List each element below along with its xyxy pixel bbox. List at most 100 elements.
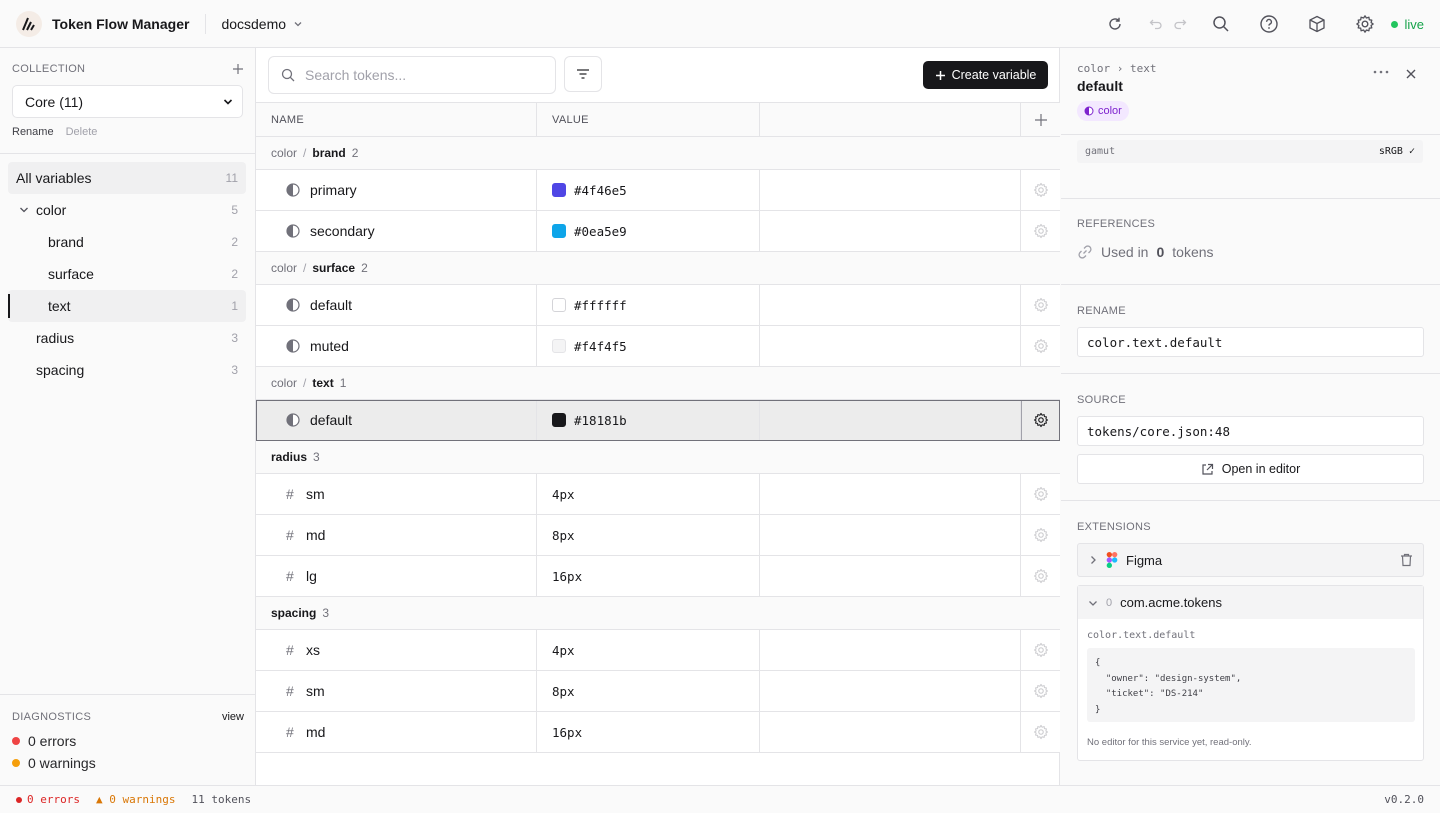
open-in-editor-button[interactable]: Open in editor [1077, 454, 1424, 484]
token-value: 16px [552, 568, 583, 584]
table-row[interactable]: # md 16px [256, 712, 1060, 753]
tree-item-text[interactable]: text 1 [8, 290, 246, 322]
table-row-selected[interactable]: default #18181b [256, 400, 1060, 441]
collection-select[interactable]: Core (11) [12, 85, 243, 118]
value-cell[interactable]: 8px [537, 671, 760, 711]
close-icon [1406, 69, 1416, 79]
table-row[interactable]: # md 8px [256, 515, 1060, 556]
add-collection-icon[interactable] [232, 63, 244, 75]
create-variable-button[interactable]: Create variable [923, 61, 1048, 89]
tree-item-spacing[interactable]: spacing 3 [8, 354, 246, 386]
tree-item-count: 3 [231, 331, 238, 345]
table-row[interactable]: # sm 4px [256, 474, 1060, 515]
row-settings-button[interactable] [1021, 712, 1060, 752]
value-cell[interactable]: #0ea5e9 [537, 211, 760, 251]
rename-input[interactable]: color.text.default [1077, 327, 1424, 357]
column-header-empty [760, 103, 1021, 136]
filter-button[interactable] [564, 56, 602, 92]
group-row-spacing[interactable]: spacing 3 [256, 597, 1060, 630]
table-row[interactable]: muted #f4f4f5 [256, 326, 1060, 367]
color-swatch [552, 413, 566, 427]
value-cell[interactable]: 16px [537, 712, 760, 752]
source-field[interactable]: tokens/core.json:48 [1077, 416, 1424, 446]
gear-icon [1356, 15, 1375, 33]
row-settings-button[interactable] [1021, 285, 1060, 325]
group-row-radius[interactable]: radius 3 [256, 441, 1060, 474]
package-button[interactable] [1305, 12, 1329, 36]
search-button[interactable] [1209, 12, 1233, 36]
gear-icon [1033, 527, 1048, 543]
search-input[interactable] [305, 67, 535, 83]
table-row[interactable]: # lg 16px [256, 556, 1060, 597]
row-settings-button[interactable] [1021, 515, 1060, 555]
column-header-name[interactable]: NAME [256, 103, 537, 136]
group-count: 3 [313, 450, 320, 464]
undo-button[interactable] [1147, 12, 1165, 36]
redo-button[interactable] [1171, 12, 1189, 36]
diagnostics-header: DIAGNOSTICS view [12, 711, 244, 723]
row-settings-button[interactable] [1021, 326, 1060, 366]
project-switcher[interactable]: docsdemo [221, 16, 304, 32]
table-row[interactable]: default #ffffff [256, 285, 1060, 326]
value-cell[interactable]: 4px [537, 630, 760, 670]
extension-note: No editor for this service yet, read-onl… [1087, 737, 1252, 748]
group-name: surface [312, 261, 356, 275]
chevron-down-icon [1089, 600, 1097, 606]
column-header-value[interactable]: VALUE [537, 103, 760, 136]
table-row[interactable]: secondary #0ea5e9 [256, 211, 1060, 252]
value-cell[interactable]: 8px [537, 515, 760, 555]
status-errors[interactable]: 0 errors [16, 793, 80, 806]
extension-acme-header[interactable]: 0 com.acme.tokens [1078, 586, 1423, 619]
row-settings-button[interactable] [1021, 474, 1060, 514]
extension-figma[interactable]: Figma [1077, 543, 1424, 577]
search-icon [281, 68, 295, 82]
value-cell[interactable]: #ffffff [537, 285, 760, 325]
close-panel-button[interactable] [1401, 64, 1421, 84]
references-usage: Used in 0 tokens [1077, 244, 1214, 260]
value-cell[interactable]: #f4f4f5 [537, 326, 760, 366]
tree-item-radius[interactable]: radius 3 [8, 322, 246, 354]
delete-collection-link[interactable]: Delete [66, 126, 98, 138]
table-row[interactable]: primary #4f46e5 [256, 170, 1060, 211]
settings-button[interactable] [1353, 12, 1377, 36]
row-settings-button[interactable] [1021, 211, 1060, 251]
help-button[interactable] [1257, 12, 1281, 36]
group-row-color-brand[interactable]: color / brand 2 [256, 137, 1060, 170]
more-options-button[interactable] [1371, 64, 1391, 80]
value-cell[interactable]: #18181b [537, 400, 760, 440]
value-cell[interactable]: 16px [537, 556, 760, 596]
figma-icon [1106, 552, 1118, 568]
tree-item-surface[interactable]: surface 2 [8, 258, 246, 290]
panel-title: default [1077, 78, 1123, 94]
chevron-down-icon[interactable] [18, 204, 30, 216]
refresh-button[interactable] [1103, 12, 1127, 36]
group-row-color-text[interactable]: color / text 1 [256, 367, 1060, 400]
top-actions: live [1103, 0, 1440, 48]
table-row[interactable]: # xs 4px [256, 630, 1060, 671]
tree-item-color[interactable]: color 5 [8, 194, 246, 226]
search-box[interactable] [268, 56, 556, 94]
token-value: 16px [552, 724, 583, 740]
table-row[interactable]: # sm 8px [256, 671, 1060, 712]
tree-item-brand[interactable]: brand 2 [8, 226, 246, 258]
color-type-icon [286, 339, 306, 353]
used-prefix: Used in [1101, 244, 1149, 260]
extra-cell [760, 671, 1021, 711]
row-settings-button[interactable] [1021, 170, 1060, 210]
tree-item-all-variables[interactable]: All variables 11 [8, 162, 246, 194]
value-cell[interactable]: #4f46e5 [537, 170, 760, 210]
rename-collection-link[interactable]: Rename [12, 126, 54, 138]
gear-icon [1033, 223, 1048, 239]
status-warnings[interactable]: ▲ 0 warnings [96, 793, 175, 806]
add-column-button[interactable] [1021, 103, 1060, 136]
group-row-color-surface[interactable]: color / surface 2 [256, 252, 1060, 285]
row-settings-button[interactable] [1021, 630, 1060, 670]
row-settings-button[interactable] [1021, 671, 1060, 711]
row-settings-button[interactable] [1021, 400, 1060, 440]
value-cell[interactable]: 4px [537, 474, 760, 514]
row-settings-button[interactable] [1021, 556, 1060, 596]
diagnostics-view-link[interactable]: view [222, 711, 244, 723]
trash-icon[interactable] [1400, 553, 1413, 567]
tree-item-count: 3 [231, 363, 238, 377]
color-swatch [552, 339, 566, 353]
